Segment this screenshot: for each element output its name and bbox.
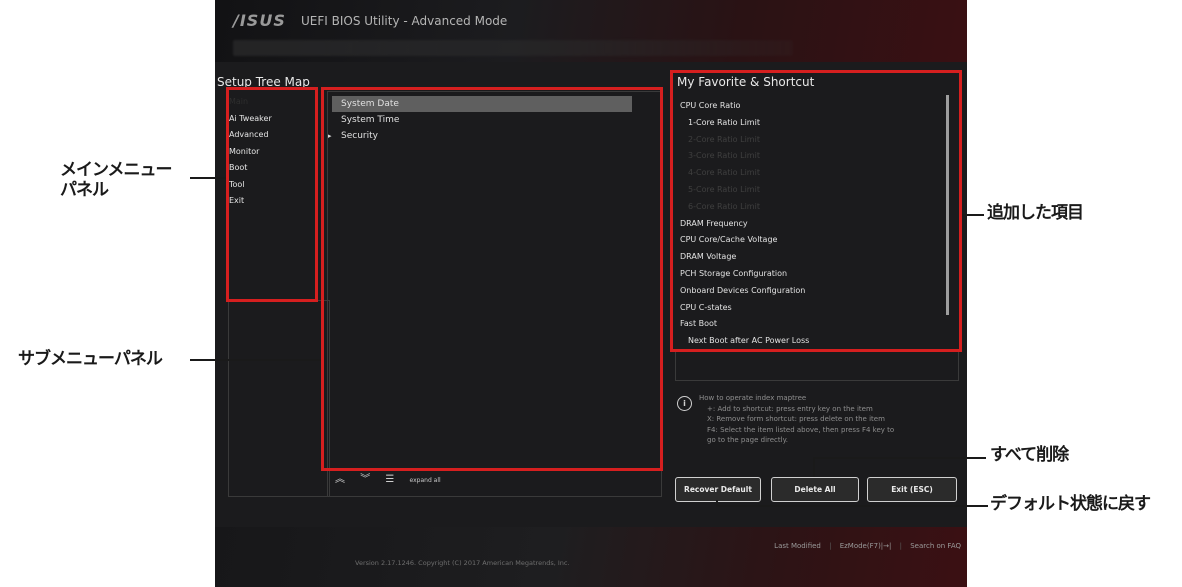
highlight-favorites xyxy=(670,70,962,352)
help-line: X: Remove form shortcut: press delete on… xyxy=(707,415,885,423)
help-line: F4: Select the item listed above, then p… xyxy=(707,425,895,434)
info-icon: i xyxy=(677,396,692,411)
annotation-delete-all: すべて削除 xyxy=(990,445,1069,465)
help-line: How to operate index maptree xyxy=(699,394,807,402)
expand-down-icon[interactable]: ︾ xyxy=(360,474,370,485)
search-faq-link[interactable]: Search on FAQ xyxy=(910,542,961,550)
highlight-submenu xyxy=(321,87,663,471)
ezmode-link[interactable]: EzMode(F7)|→| xyxy=(840,542,892,550)
top-toolbar xyxy=(233,40,793,56)
leader-line xyxy=(962,214,984,216)
collapse-up-icon[interactable]: ︽ xyxy=(335,474,345,485)
leader-line xyxy=(190,359,321,361)
favorite-extra-frame xyxy=(675,350,959,381)
left-column-frame xyxy=(228,300,330,497)
expand-all-label[interactable]: expand all xyxy=(410,477,441,484)
footer-separator: | xyxy=(829,542,832,550)
leader-line xyxy=(716,500,718,507)
annotation-submenu-panel: サブメニューパネル xyxy=(18,349,163,369)
exit-button[interactable]: Exit (ESC) xyxy=(867,477,957,502)
bios-header: /ISUS UEFI BIOS Utility - Advanced Mode xyxy=(215,0,967,62)
leader-line xyxy=(813,457,815,477)
bios-title: UEFI BIOS Utility - Advanced Mode xyxy=(301,14,508,28)
tree-nav-bar: ︽ ︾ ☰ expand all xyxy=(335,470,453,485)
list-icon[interactable]: ☰ xyxy=(385,474,394,485)
last-modified-link[interactable]: Last Modified xyxy=(774,542,821,550)
leader-line xyxy=(190,177,226,179)
copyright-text: Version 2.17.1246. Copyright (C) 2017 Am… xyxy=(355,559,570,567)
annotation-restore-default: デフォルト状態に戻す xyxy=(990,494,1151,514)
annotation-added-items: 追加した項目 xyxy=(987,203,1084,223)
asus-logo: /ISUS xyxy=(233,11,286,30)
help-line: go to the page directly. xyxy=(707,436,788,444)
highlight-main-menu xyxy=(226,87,318,302)
delete-all-button[interactable]: Delete All xyxy=(771,477,859,502)
leader-line xyxy=(716,505,988,507)
bios-footer: Last Modified | EzMode(F7)|→| | Search o… xyxy=(215,527,967,587)
annotation-main-menu-panel: メインメニュー パネル xyxy=(60,160,172,200)
footer-separator: | xyxy=(899,542,902,550)
recover-default-button[interactable]: Recover Default xyxy=(675,477,761,502)
leader-line xyxy=(814,457,986,459)
help-line: +: Add to shortcut: press entry key on t… xyxy=(707,404,873,413)
